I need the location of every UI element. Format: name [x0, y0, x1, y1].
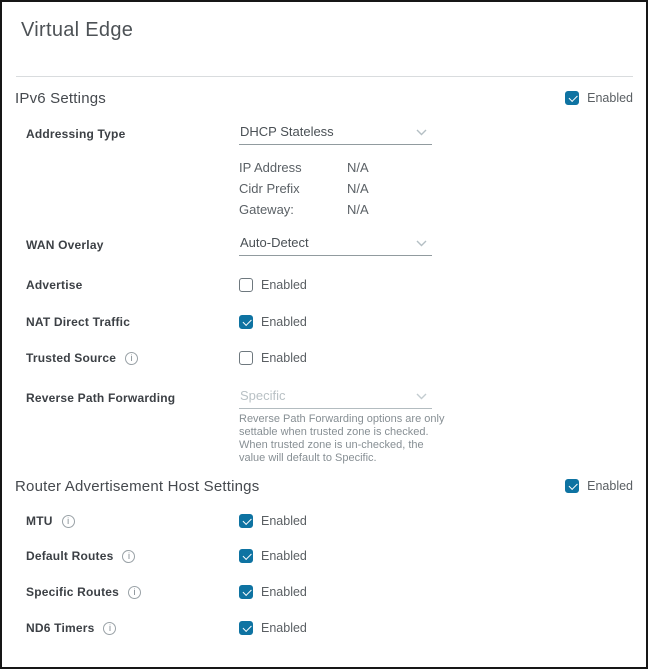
- cidr-prefix-label: Cidr Prefix: [239, 181, 347, 196]
- ipv6-enabled-checkbox[interactable]: Enabled: [565, 91, 633, 105]
- ipv6-enabled-label: Enabled: [587, 91, 633, 105]
- addressing-type-select[interactable]: DHCP Stateless: [239, 123, 432, 145]
- cidr-prefix-row: Cidr Prefix N/A: [239, 178, 646, 199]
- default-routes-row: Default Routes i Enabled: [26, 549, 646, 563]
- specific-routes-label: Specific Routes: [26, 585, 119, 599]
- ipv6-section-title: IPv6 Settings: [15, 90, 106, 107]
- nat-direct-traffic-enabled-label: Enabled: [261, 315, 307, 329]
- ip-address-row: IP Address N/A: [239, 157, 646, 178]
- ipv6-section-header: IPv6 Settings Enabled: [15, 89, 633, 107]
- advertise-enabled-checkbox[interactable]: Enabled: [239, 278, 307, 292]
- specific-routes-enabled-checkbox[interactable]: Enabled: [239, 585, 307, 599]
- nd6-timers-enabled-checkbox[interactable]: Enabled: [239, 621, 307, 635]
- trusted-source-enabled-checkbox[interactable]: Enabled: [239, 351, 307, 365]
- checkbox-icon: [239, 514, 253, 528]
- trusted-source-row: Trusted Source i Enabled: [26, 351, 646, 365]
- ra-host-enabled-label: Enabled: [587, 479, 633, 493]
- nat-direct-traffic-row: NAT Direct Traffic Enabled: [26, 315, 646, 329]
- ra-host-section-title: Router Advertisement Host Settings: [15, 478, 259, 495]
- cidr-prefix-value: N/A: [347, 181, 369, 196]
- chevron-down-icon: [416, 129, 427, 136]
- divider: [16, 76, 633, 77]
- addressing-type-row: Addressing Type DHCP Stateless: [26, 123, 646, 145]
- nat-direct-traffic-enabled-checkbox[interactable]: Enabled: [239, 315, 307, 329]
- nd6-timers-label: ND6 Timers: [26, 621, 94, 635]
- addressing-type-value: DHCP Stateless: [240, 124, 334, 139]
- gateway-value: N/A: [347, 202, 369, 217]
- checkbox-icon: [239, 585, 253, 599]
- page-title: Virtual Edge: [21, 18, 646, 42]
- info-icon[interactable]: i: [62, 515, 75, 528]
- wan-overlay-label: WAN Overlay: [26, 238, 104, 252]
- ip-address-label: IP Address: [239, 160, 347, 175]
- checkbox-icon: [239, 315, 253, 329]
- advertise-enabled-label: Enabled: [261, 278, 307, 292]
- nd6-timers-enabled-label: Enabled: [261, 621, 307, 635]
- trusted-source-label: Trusted Source: [26, 351, 116, 365]
- chevron-down-icon: [416, 393, 427, 400]
- reverse-path-forwarding-label: Reverse Path Forwarding: [26, 391, 175, 405]
- specific-routes-enabled-label: Enabled: [261, 585, 307, 599]
- wan-overlay-row: WAN Overlay Auto-Detect: [26, 234, 646, 256]
- gateway-label: Gateway:: [239, 202, 347, 217]
- checkbox-icon: [239, 621, 253, 635]
- mtu-row: MTU i Enabled: [26, 514, 646, 528]
- checkbox-icon: [239, 549, 253, 563]
- default-routes-enabled-label: Enabled: [261, 549, 307, 563]
- nat-direct-traffic-label: NAT Direct Traffic: [26, 315, 130, 329]
- chevron-down-icon: [416, 240, 427, 247]
- nd6-timers-row: ND6 Timers i Enabled: [26, 621, 646, 635]
- wan-overlay-value: Auto-Detect: [240, 235, 309, 250]
- checkbox-icon: [239, 351, 253, 365]
- gateway-row: Gateway: N/A: [239, 199, 646, 220]
- reverse-path-forwarding-value: Specific: [240, 388, 286, 403]
- mtu-enabled-label: Enabled: [261, 514, 307, 528]
- advertise-label: Advertise: [26, 278, 83, 292]
- info-icon[interactable]: i: [122, 550, 135, 563]
- address-details: IP Address N/A Cidr Prefix N/A Gateway: …: [239, 157, 646, 220]
- default-routes-label: Default Routes: [26, 549, 113, 563]
- specific-routes-row: Specific Routes i Enabled: [26, 585, 646, 599]
- info-icon[interactable]: i: [128, 586, 141, 599]
- virtual-edge-panel: Virtual Edge IPv6 Settings Enabled Addre…: [0, 0, 648, 669]
- mtu-label: MTU: [26, 514, 53, 528]
- reverse-path-forwarding-select: Specific: [239, 387, 432, 409]
- ra-host-enabled-checkbox[interactable]: Enabled: [565, 479, 633, 493]
- addressing-type-label: Addressing Type: [26, 127, 125, 141]
- trusted-source-enabled-label: Enabled: [261, 351, 307, 365]
- info-icon[interactable]: i: [103, 622, 116, 635]
- mtu-enabled-checkbox[interactable]: Enabled: [239, 514, 307, 528]
- checkbox-icon: [565, 91, 579, 105]
- ip-address-value: N/A: [347, 160, 369, 175]
- wan-overlay-select[interactable]: Auto-Detect: [239, 234, 432, 256]
- checkbox-icon: [565, 479, 579, 493]
- reverse-path-forwarding-help-text: Reverse Path Forwarding options are only…: [239, 413, 451, 465]
- reverse-path-forwarding-row: Reverse Path Forwarding Specific: [26, 387, 646, 409]
- checkbox-icon: [239, 278, 253, 292]
- info-icon[interactable]: i: [125, 352, 138, 365]
- advertise-row: Advertise Enabled: [26, 278, 646, 292]
- ra-host-section-header: Router Advertisement Host Settings Enabl…: [15, 477, 633, 495]
- default-routes-enabled-checkbox[interactable]: Enabled: [239, 549, 307, 563]
